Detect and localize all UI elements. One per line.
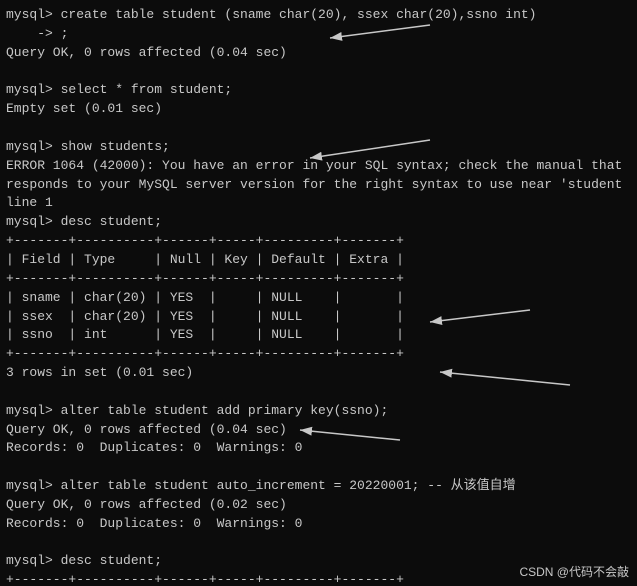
line-25 <box>6 458 631 477</box>
watermark: CSDN @代码不会敲 <box>519 563 629 580</box>
line-10: responds to your MySQL server version fo… <box>6 176 631 195</box>
line-3: Query OK, 0 rows affected (0.04 sec) <box>6 44 631 63</box>
line-12: mysql> desc student; <box>6 213 631 232</box>
line-8: mysql> show students; <box>6 138 631 157</box>
line-7 <box>6 119 631 138</box>
line-22: mysql> alter table student add primary k… <box>6 402 631 421</box>
line-18: | ssno | int | YES | | NULL | | <box>6 326 631 345</box>
line-23: Query OK, 0 rows affected (0.04 sec) <box>6 421 631 440</box>
line-9: ERROR 1064 (42000): You have an error in… <box>6 157 631 176</box>
line-26: mysql> alter table student auto_incremen… <box>6 477 631 496</box>
line-13: +-------+----------+------+-----+-------… <box>6 232 631 251</box>
line-21 <box>6 383 631 402</box>
terminal: mysql> create table student (sname char(… <box>0 0 637 586</box>
line-17: | ssex | char(20) | YES | | NULL | | <box>6 308 631 327</box>
line-29 <box>6 534 631 553</box>
line-5: mysql> select * from student; <box>6 81 631 100</box>
line-27: Query OK, 0 rows affected (0.02 sec) <box>6 496 631 515</box>
line-4 <box>6 63 631 82</box>
line-24: Records: 0 Duplicates: 0 Warnings: 0 <box>6 439 631 458</box>
line-19: +-------+----------+------+-----+-------… <box>6 345 631 364</box>
line-1: mysql> create table student (sname char(… <box>6 6 631 25</box>
line-6: Empty set (0.01 sec) <box>6 100 631 119</box>
line-28: Records: 0 Duplicates: 0 Warnings: 0 <box>6 515 631 534</box>
line-14: | Field | Type | Null | Key | Default | … <box>6 251 631 270</box>
line-16: | sname | char(20) | YES | | NULL | | <box>6 289 631 308</box>
line-11: line 1 <box>6 194 631 213</box>
line-20: 3 rows in set (0.01 sec) <box>6 364 631 383</box>
line-15: +-------+----------+------+-----+-------… <box>6 270 631 289</box>
line-2: -> ; <box>6 25 631 44</box>
